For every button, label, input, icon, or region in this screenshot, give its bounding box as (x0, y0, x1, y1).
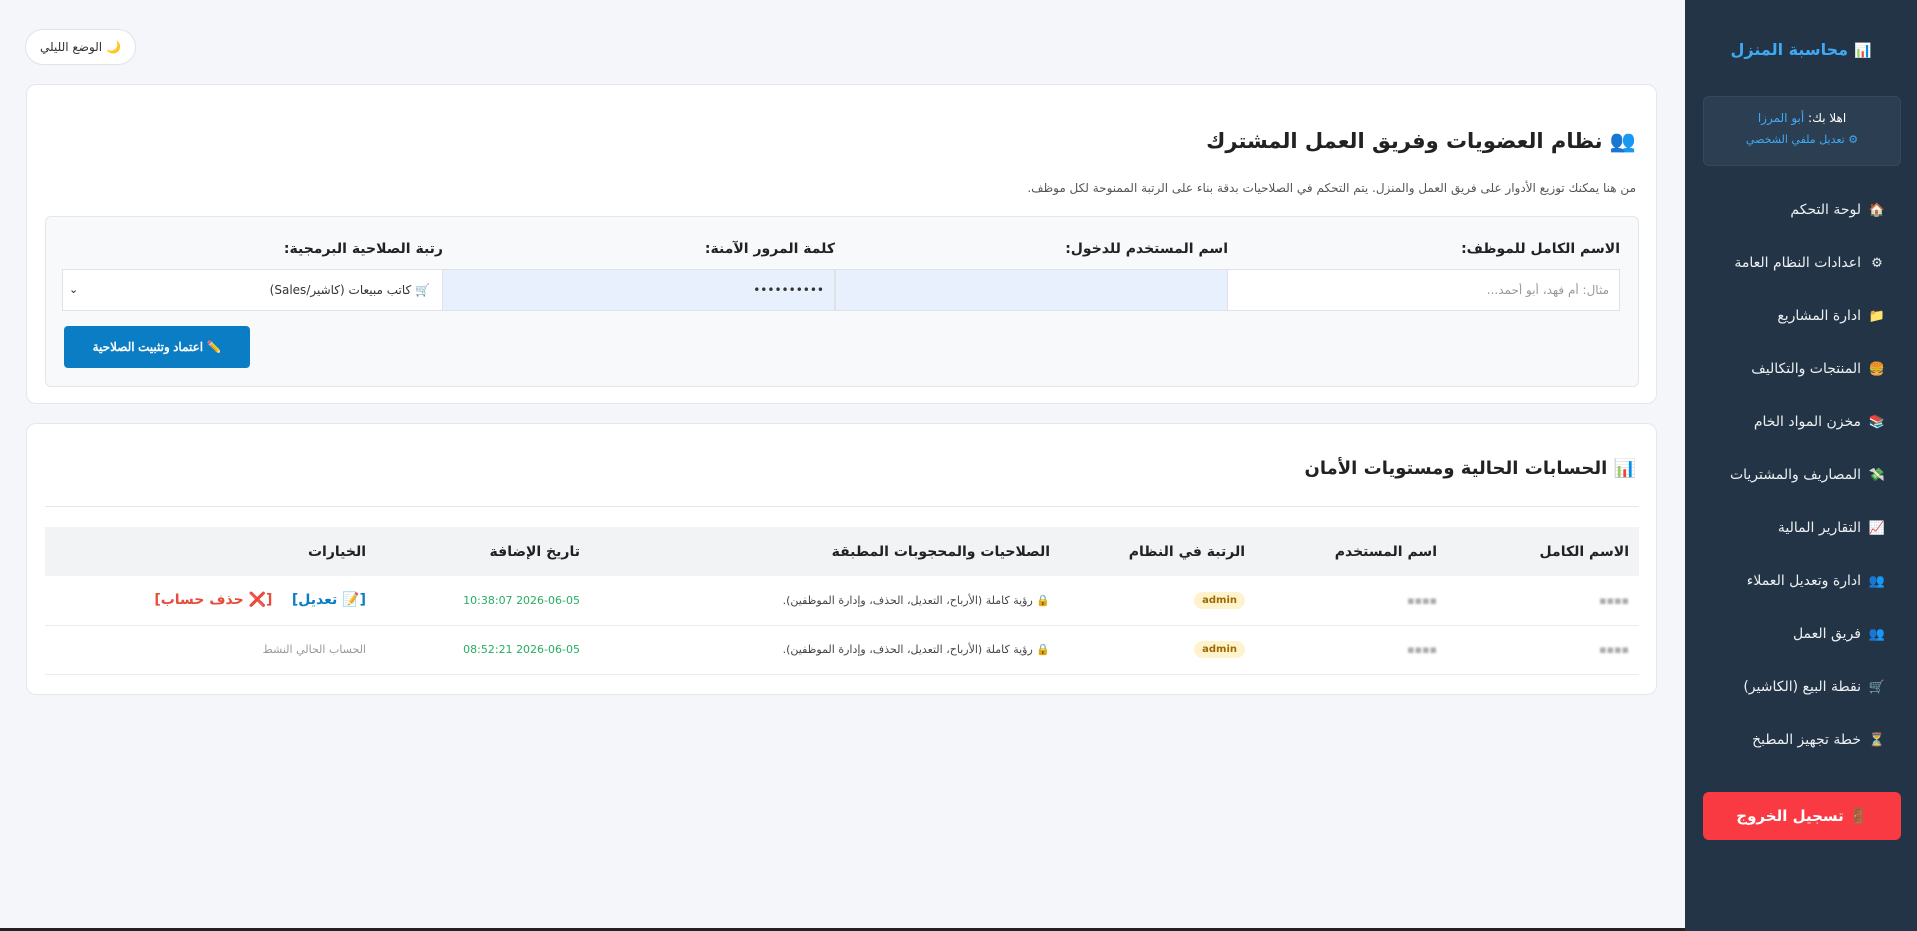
accounts-card: 📊 الحسابات الحالية ومستويات الأمان الاسم… (26, 423, 1657, 695)
sidebar-item-label: نقطة البيع (الكاشير) (1743, 679, 1861, 695)
cell-date: 2026-06-05 10:38:07 (376, 576, 590, 626)
cell-role: admin (1060, 625, 1255, 675)
sidebar-item-settings[interactable]: ⚙ اعدادات النظام العامة (1685, 237, 1917, 290)
cell-full-name: ▪▪▪▪ (1447, 625, 1639, 675)
sidebar-item-dashboard[interactable]: 🏠 لوحة التحكم (1685, 184, 1917, 237)
accounts-title: 📊 الحسابات الحالية ومستويات الأمان (1304, 458, 1636, 479)
books-icon: 📚 (1868, 415, 1886, 430)
burger-icon: 🍔 (1868, 362, 1886, 377)
membership-title: 👥 نظام العضويات وفريق العمل المشترك (1206, 129, 1636, 153)
table-header-row: الاسم الكامل اسم المستخدم الرتبة في النظ… (45, 527, 1639, 576)
current-account-status: الحساب الحالي النشط (262, 643, 366, 656)
sidebar-item-label: المنتجات والتكاليف (1751, 361, 1861, 377)
permissions-text: 🔒 رؤية كاملة (الأرباح، التعديل، الحذف، و… (782, 593, 1050, 607)
sidebar-item-products[interactable]: 🍔 المنتجات والتكاليف (1685, 343, 1917, 396)
permissions-text: 🔒 رؤية كاملة (الأرباح، التعديل، الحذف، و… (782, 643, 1050, 656)
home-icon: 🏠 (1868, 203, 1886, 218)
sidebar-nav: 🏠 لوحة التحكم ⚙ اعدادات النظام العامة 📁 ادا… (1685, 184, 1917, 767)
date-text: 2026-06-05 10:38:07 (463, 593, 580, 607)
role-label: رتبة الصلاحية البرمجية: (283, 241, 443, 257)
role-badge: admin (1194, 591, 1245, 609)
password-input[interactable]: •••••••••• (442, 269, 835, 311)
sidebar-item-kitchen[interactable]: ⏳ خطة تجهيز المطبخ (1685, 714, 1917, 767)
users-icon: 👥 (1868, 574, 1886, 589)
chevron-down-icon: ⌄ (69, 283, 79, 296)
money-icon: 💸 (1868, 468, 1886, 483)
sidebar-item-expenses[interactable]: 💸 المصاريف والمشتريات (1685, 449, 1917, 502)
username-label: اسم المستخدم للدخول: (1065, 241, 1228, 257)
full-name-input[interactable] (1227, 269, 1620, 311)
greeting-prefix: اهلا بك: (1808, 111, 1847, 125)
table-row: ▪▪▪▪ ▪▪▪▪ admin 🔒 رؤية كاملة (الأرباح، ا… (45, 625, 1639, 675)
role-select[interactable]: 🛒 كاتب مبيعات (كاشير/Sales) ⌄ (62, 269, 443, 311)
table-row: ▪▪▪▪ ▪▪▪▪ admin 🔒 رؤية كاملة (الأرباح، ا… (45, 576, 1639, 626)
greeting: اهلا بك: أبو المرزا (1704, 111, 1900, 125)
logout-button[interactable]: 🚪 تسجيل الخروج (1703, 792, 1901, 840)
user-name: أبو المرزا (1757, 111, 1805, 125)
col-role: الرتبة في النظام (1060, 527, 1255, 576)
brand[interactable]: 📊 محاسبة المنزل (1685, 40, 1917, 59)
cell-full-name: ▪▪▪▪ (1447, 576, 1639, 626)
sidebar-item-label: اعدادات النظام العامة (1734, 255, 1861, 271)
cell-permissions: 🔒 رؤية كاملة (الأرباح، التعديل، الحذف، و… (590, 576, 1060, 626)
username-input[interactable] (835, 269, 1228, 311)
role-selected-value: 🛒 كاتب مبيعات (كاشير/Sales) (269, 283, 430, 297)
redacted-text: ▪▪▪▪ (1599, 643, 1629, 656)
sidebar-item-pos[interactable]: 🛒 نقطة البيع (الكاشير) (1685, 661, 1917, 714)
gear-icon: ⚙ (1871, 256, 1883, 271)
cart-icon: 🛒 (1868, 680, 1886, 695)
sidebar-item-label: فريق العمل (1792, 626, 1861, 642)
password-label: كلمة المرور الآمنة: (704, 241, 835, 257)
sidebar-item-label: خطة تجهيز المطبخ (1752, 732, 1861, 748)
delete-account-link[interactable]: [❌ حذف حساب] (154, 592, 272, 608)
add-member-form: الاسم الكامل للموظف: اسم المستخدم للدخول… (45, 216, 1639, 387)
sidebar-item-label: ادارة المشاريع (1777, 308, 1861, 324)
sidebar-item-team[interactable]: 👥 فريق العمل (1685, 608, 1917, 661)
cell-options: [📝 تعديل] [❌ حذف حساب] (45, 576, 376, 626)
cell-username: ▪▪▪▪ (1255, 625, 1447, 675)
redacted-text: ▪▪▪▪ (1407, 593, 1437, 607)
full-name-label: الاسم الكامل للموظف: (1461, 241, 1620, 257)
approve-role-button[interactable]: ✏️ اعتماد وتثبيت الصلاحية (64, 326, 250, 368)
sidebar-item-label: مخزن المواد الخام (1753, 414, 1861, 430)
user-box: اهلا بك: أبو المرزا ⚙ تعديل ملفي الشخصي (1703, 96, 1901, 166)
accounts-table: الاسم الكامل اسم المستخدم الرتبة في النظ… (45, 527, 1639, 675)
cell-username: ▪▪▪▪ (1255, 576, 1447, 626)
sidebar-item-inventory[interactable]: 📚 مخزن المواد الخام (1685, 396, 1917, 449)
cell-permissions: 🔒 رؤية كاملة (الأرباح، التعديل، الحذف، و… (590, 625, 1060, 675)
sidebar-item-label: لوحة التحكم (1790, 202, 1861, 218)
users-icon: 👥 (1868, 627, 1886, 642)
edit-account-link[interactable]: [📝 تعديل] (292, 592, 366, 608)
date-text: 2026-06-05 08:52:21 (463, 643, 580, 656)
folder-icon: 📁 (1868, 309, 1886, 324)
col-date: تاريخ الإضافة (376, 527, 590, 576)
sidebar-item-reports[interactable]: 📈 التقارير المالية (1685, 502, 1917, 555)
chart-up-icon: 📈 (1868, 521, 1886, 536)
sidebar: 📊 محاسبة المنزل اهلا بك: أبو المرزا ⚙ تعد… (1685, 0, 1917, 931)
col-options: الخيارات (45, 527, 376, 576)
col-username: اسم المستخدم (1255, 527, 1447, 576)
hourglass-icon: ⏳ (1868, 733, 1886, 748)
sidebar-item-label: التقارير المالية (1777, 520, 1861, 536)
sidebar-item-customers[interactable]: 👥 ادارة وتعديل العملاء (1685, 555, 1917, 608)
cell-options: الحساب الحالي النشط (45, 625, 376, 675)
dark-mode-toggle[interactable]: 🌙 الوضع الليلي (25, 29, 136, 65)
sidebar-item-label: ادارة وتعديل العملاء (1746, 573, 1861, 589)
role-badge: admin (1194, 641, 1245, 658)
sidebar-item-projects[interactable]: 📁 ادارة المشاريع (1685, 290, 1917, 343)
cell-role: admin (1060, 576, 1255, 626)
membership-card: 👥 نظام العضويات وفريق العمل المشترك من ه… (26, 84, 1657, 404)
sidebar-item-label: المصاريف والمشتريات (1729, 467, 1861, 483)
col-full-name: الاسم الكامل (1447, 527, 1639, 576)
edit-profile-link[interactable]: ⚙ تعديل ملفي الشخصي (1704, 133, 1900, 146)
password-value: •••••••••• (753, 283, 824, 297)
redacted-text: ▪▪▪▪ (1407, 643, 1437, 656)
divider (45, 506, 1639, 507)
chart-icon: 📊 (1854, 43, 1872, 59)
brand-title: محاسبة المنزل (1730, 40, 1849, 59)
membership-description: من هنا يمكنك توزيع الأدوار على فريق العم… (1027, 181, 1636, 195)
col-permissions: الصلاحيات والمحجوبات المطبقة (590, 527, 1060, 576)
cell-date: 2026-06-05 08:52:21 (376, 625, 590, 675)
redacted-text: ▪▪▪▪ (1599, 593, 1629, 607)
